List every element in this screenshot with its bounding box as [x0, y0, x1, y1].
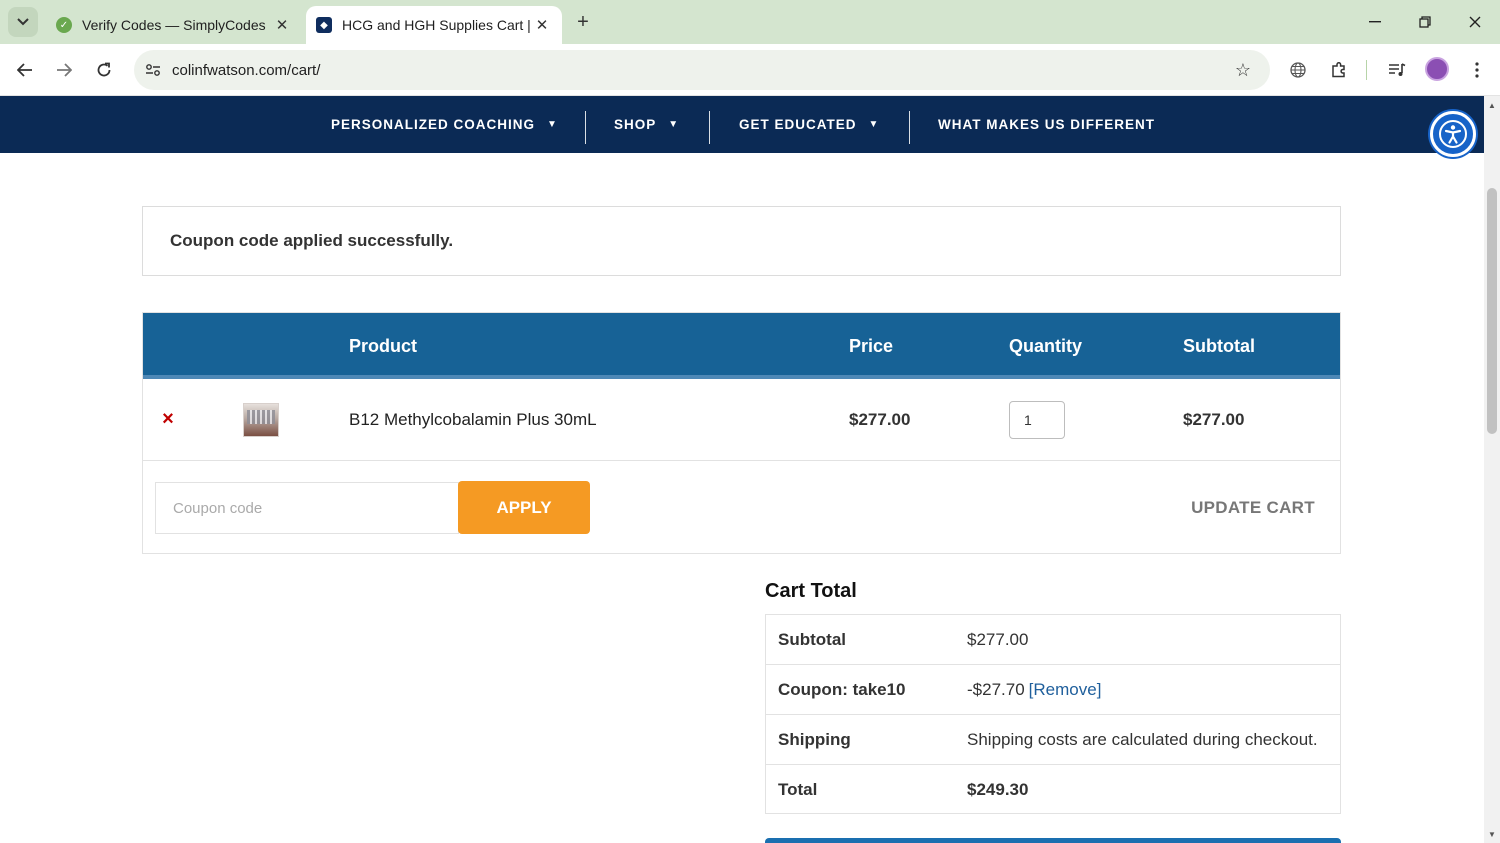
- back-arrow-icon[interactable]: [11, 56, 39, 84]
- nav-item-label: SHOP: [614, 117, 657, 132]
- remove-item-icon[interactable]: ×: [159, 407, 177, 431]
- totals-label: Shipping: [778, 729, 851, 749]
- proceed-to-checkout-button[interactable]: [765, 838, 1341, 843]
- browser-tab-simplycodes[interactable]: ✓ Verify Codes — SimplyCodes ✕: [46, 6, 302, 44]
- coupon-discount-amount: -$27.70: [967, 679, 1025, 699]
- tab-search-button[interactable]: [8, 7, 38, 37]
- coupon-success-notice: Coupon code applied successfully.: [142, 206, 1341, 276]
- coupon-code-input[interactable]: Coupon code: [155, 482, 459, 534]
- totals-row-subtotal: Subtotal $277.00: [766, 615, 1340, 665]
- scroll-down-arrow-icon[interactable]: ▼: [1484, 827, 1500, 841]
- remove-coupon-link[interactable]: [Remove]: [1029, 680, 1102, 700]
- nav-item-label: PERSONALIZED COACHING: [331, 117, 536, 132]
- close-tab-icon[interactable]: ✕: [270, 13, 294, 37]
- close-window-icon[interactable]: [1460, 8, 1490, 36]
- accessibility-button[interactable]: [1430, 111, 1476, 157]
- nav-divider: [585, 111, 586, 144]
- column-header-subtotal: Subtotal: [1183, 335, 1255, 356]
- cart-item-row: × B12 Methylcobalamin Plus 30mL $277.00 …: [143, 379, 1340, 461]
- cart-total-heading: Cart Total: [765, 580, 857, 602]
- site-favicon-icon: ◆: [316, 17, 332, 33]
- item-subtotal: $277.00: [1183, 410, 1245, 429]
- scroll-up-arrow-icon[interactable]: ▲: [1484, 98, 1500, 112]
- close-tab-icon[interactable]: ✕: [530, 13, 554, 37]
- profile-avatar[interactable]: [1425, 57, 1449, 81]
- column-header-price: Price: [849, 335, 894, 356]
- translate-globe-icon[interactable]: [1284, 56, 1312, 84]
- product-name-link[interactable]: B12 Methylcobalamin Plus 30mL: [349, 379, 597, 461]
- cart-table: Product Price Quantity Subtotal × B12 Me…: [142, 312, 1341, 554]
- quantity-input[interactable]: 1: [1009, 401, 1065, 439]
- product-thumbnail[interactable]: [243, 403, 279, 437]
- main-navigation: PERSONALIZED COACHING ▼ SHOP ▼ GET EDUCA…: [0, 96, 1484, 153]
- totals-row-shipping: Shipping Shipping costs are calculated d…: [766, 715, 1340, 765]
- cart-table-header: Product Price Quantity Subtotal: [143, 313, 1340, 379]
- tab-title: Verify Codes — SimplyCodes: [82, 17, 266, 33]
- cart-totals-table: Subtotal $277.00 Coupon: take10 -$27.70 …: [765, 614, 1341, 814]
- more-menu-icon[interactable]: [1463, 56, 1491, 84]
- browser-tab-strip: ✓ Verify Codes — SimplyCodes ✕ ◆ HCG and…: [0, 0, 1500, 44]
- totals-row-total: Total $249.30: [766, 765, 1340, 815]
- column-header-product: Product: [349, 335, 418, 356]
- totals-value: $277.00: [967, 629, 1029, 649]
- totals-value: $249.30: [967, 779, 1029, 799]
- item-price: $277.00: [849, 410, 911, 429]
- nav-item-label: GET EDUCATED: [739, 117, 857, 132]
- totals-value: -$27.70 [Remove]: [967, 665, 1101, 714]
- reload-icon[interactable]: [90, 56, 118, 84]
- restore-icon[interactable]: [1410, 8, 1440, 36]
- nav-item-shop[interactable]: SHOP ▼: [614, 96, 679, 153]
- totals-label: Subtotal: [778, 629, 846, 649]
- bookmark-star-icon[interactable]: ☆: [1228, 55, 1258, 85]
- extensions-puzzle-icon[interactable]: [1325, 56, 1353, 84]
- url-text[interactable]: colinfwatson.com/cart/: [172, 62, 1228, 79]
- chevron-down-icon: ▼: [547, 119, 558, 130]
- forward-arrow-icon[interactable]: [50, 56, 78, 84]
- simplycodes-favicon-icon: ✓: [56, 17, 72, 33]
- nav-item-personalized-coaching[interactable]: PERSONALIZED COACHING ▼: [331, 96, 558, 153]
- page-scrollbar[interactable]: ▲ ▼: [1484, 96, 1500, 843]
- nav-item-label: WHAT MAKES US DIFFERENT: [938, 117, 1155, 132]
- scrollbar-thumb[interactable]: [1487, 188, 1497, 434]
- nav-item-what-makes-us-different[interactable]: WHAT MAKES US DIFFERENT: [938, 96, 1155, 153]
- column-header-quantity: Quantity: [1009, 335, 1083, 356]
- page-viewport: PERSONALIZED COACHING ▼ SHOP ▼ GET EDUCA…: [0, 96, 1484, 843]
- nav-item-get-educated[interactable]: GET EDUCATED ▼: [739, 96, 879, 153]
- new-tab-button[interactable]: +: [570, 9, 596, 35]
- chevron-down-icon: [17, 18, 29, 26]
- tab-title: HCG and HGH Supplies Cart | C: [342, 17, 530, 33]
- update-cart-button[interactable]: UPDATE CART: [1183, 481, 1323, 534]
- totals-label: Total: [778, 779, 818, 799]
- totals-value: Shipping costs are calculated during che…: [967, 729, 1318, 749]
- browser-toolbar: colinfwatson.com/cart/ ☆: [0, 44, 1500, 96]
- toolbar-separator: [1366, 60, 1367, 80]
- address-bar[interactable]: colinfwatson.com/cart/ ☆: [134, 50, 1270, 90]
- accessibility-icon: [1439, 120, 1467, 148]
- nav-divider: [909, 111, 910, 144]
- apply-coupon-button[interactable]: APPLY: [458, 481, 590, 534]
- minimize-icon[interactable]: [1360, 8, 1390, 36]
- totals-label: Coupon: take10: [778, 679, 906, 699]
- media-controls-icon[interactable]: [1383, 56, 1411, 84]
- chevron-down-icon: ▼: [668, 119, 680, 130]
- browser-tab-cart[interactable]: ◆ HCG and HGH Supplies Cart | C ✕: [306, 6, 562, 44]
- totals-row-coupon: Coupon: take10 -$27.70 [Remove]: [766, 665, 1340, 715]
- site-info-icon[interactable]: [138, 55, 168, 85]
- chevron-down-icon: ▼: [868, 119, 880, 130]
- nav-divider: [709, 111, 710, 144]
